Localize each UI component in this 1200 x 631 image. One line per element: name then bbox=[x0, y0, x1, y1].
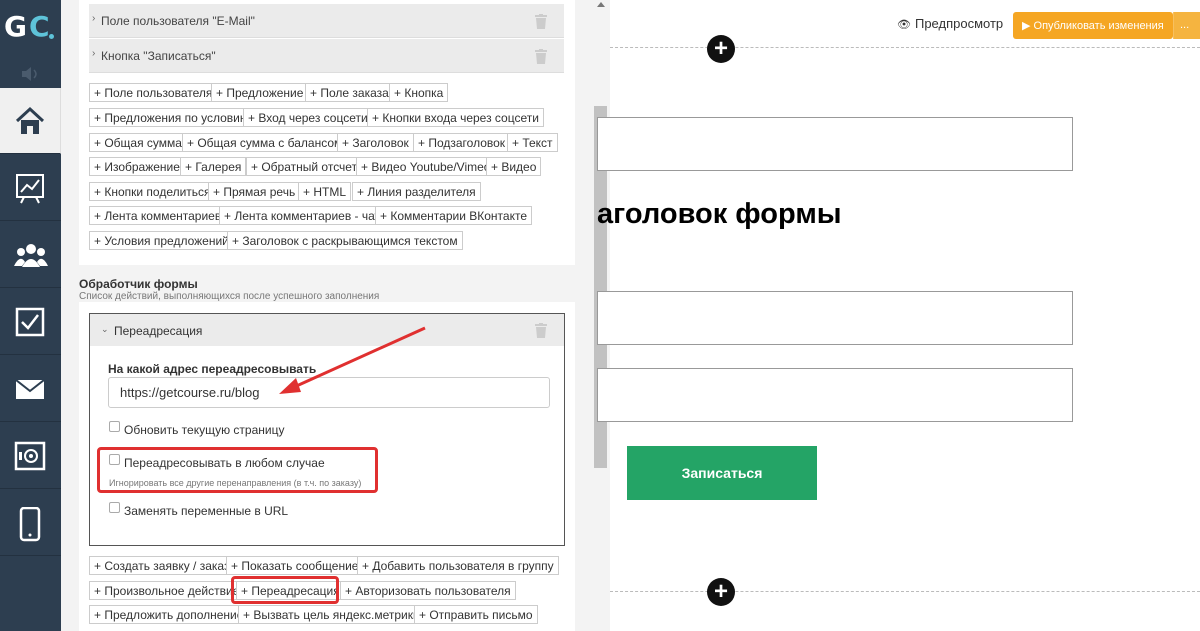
authorize-user-action-button[interactable]: + Авторизовать пользователя bbox=[340, 581, 516, 600]
trash-icon[interactable] bbox=[535, 14, 547, 29]
add-block-plus-icon-bottom[interactable]: + bbox=[707, 578, 735, 606]
add-share-buttons-button[interactable]: + Кнопки поделиться bbox=[89, 182, 216, 201]
eye-icon: 👁 bbox=[897, 19, 911, 31]
chevron-right-icon: › bbox=[92, 48, 96, 59]
add-user-field-button[interactable]: + Поле пользователя bbox=[89, 83, 218, 102]
form-heading: аголовок формы bbox=[597, 198, 842, 230]
add-gallery-button[interactable]: + Галерея bbox=[180, 157, 247, 176]
add-offer-conditions-button[interactable]: + Условия предложений bbox=[89, 231, 234, 250]
trash-icon[interactable] bbox=[535, 323, 547, 338]
form-field-2[interactable] bbox=[597, 291, 1073, 345]
add-conditional-offers-button[interactable]: + Предложения по условию bbox=[89, 108, 254, 127]
form-field-3[interactable] bbox=[597, 368, 1073, 422]
replace-vars-label: Заменять переменные в URL bbox=[124, 504, 289, 518]
highlight-redirect-always bbox=[97, 447, 378, 493]
nav-item-mobile[interactable] bbox=[0, 490, 61, 556]
add-total-button[interactable]: + Общая сумма bbox=[89, 133, 187, 152]
replace-vars-checkbox[interactable] bbox=[109, 502, 120, 513]
left-nav: G C bbox=[0, 0, 61, 631]
field-row-label: Поле пользователя "E-Mail" bbox=[101, 14, 255, 28]
add-comments-chat-button[interactable]: + Лента комментариев - чат bbox=[219, 206, 386, 225]
redirect-header[interactable]: ⌄ Переадресация bbox=[90, 314, 564, 346]
safe-icon bbox=[14, 441, 46, 471]
publish-button[interactable]: ▶ Опубликовать изменения bbox=[1013, 12, 1173, 39]
nav-item-home[interactable] bbox=[0, 88, 61, 154]
handler-title: Обработчик формы bbox=[79, 277, 198, 291]
home-icon bbox=[15, 106, 45, 134]
redirect-address-input[interactable] bbox=[108, 377, 550, 408]
nav-item-mail[interactable] bbox=[0, 356, 61, 422]
block-divider-top bbox=[610, 47, 1200, 48]
custom-action-button[interactable]: + Произвольное действие bbox=[89, 581, 245, 600]
nav-item-users[interactable] bbox=[0, 222, 61, 288]
refresh-page-label: Обновить текущую страницу bbox=[124, 423, 285, 437]
yandex-goal-action-button[interactable]: + Вызвать цель яндекс.метрики bbox=[238, 605, 425, 624]
add-button-button[interactable]: + Кнопка bbox=[389, 83, 449, 102]
show-message-action-button[interactable]: + Показать сообщение bbox=[226, 556, 364, 575]
offer-addon-action-button[interactable]: + Предложить дополнение bbox=[89, 605, 249, 624]
refresh-page-checkbox[interactable] bbox=[109, 421, 120, 432]
add-total-balance-button[interactable]: + Общая сумма с балансом bbox=[182, 133, 348, 152]
trash-icon[interactable] bbox=[535, 49, 547, 64]
checkbox-icon bbox=[15, 307, 45, 337]
add-text-button[interactable]: + Текст bbox=[507, 133, 558, 152]
chevron-down-icon: ⌄ bbox=[101, 324, 109, 334]
add-comments-button[interactable]: + Лента комментариев bbox=[89, 206, 227, 225]
field-row-button[interactable]: › Кнопка "Записаться" bbox=[89, 39, 564, 73]
send-email-action-button[interactable]: + Отправить письмо bbox=[414, 605, 538, 624]
users-icon bbox=[14, 244, 48, 267]
add-subheading-button[interactable]: + Подзаголовок bbox=[413, 133, 511, 152]
add-vk-comments-button[interactable]: + Комментарии ВКонтакте bbox=[375, 206, 533, 225]
add-offer-button[interactable]: + Предложение bbox=[211, 83, 309, 102]
handler-subtitle: Список действий, выполняющихся после усп… bbox=[79, 291, 380, 302]
logo-text-c: C bbox=[29, 10, 50, 43]
add-heading-button[interactable]: + Заголовок bbox=[337, 133, 414, 152]
block-divider-bottom bbox=[610, 591, 1200, 592]
add-quote-button[interactable]: + Прямая речь bbox=[208, 182, 301, 201]
add-order-field-button[interactable]: + Поле заказа bbox=[305, 83, 394, 102]
redirect-title: Переадресация bbox=[114, 324, 203, 338]
field-row-email[interactable]: › Поле пользователя "E-Mail" bbox=[89, 4, 564, 38]
add-social-login-buttons-button[interactable]: + Кнопки входа через соцсети bbox=[367, 108, 544, 127]
logo[interactable]: G C bbox=[0, 0, 61, 60]
add-divider-button[interactable]: + Линия разделителя bbox=[352, 182, 481, 201]
highlight-redirect-button bbox=[231, 576, 339, 604]
scroll-up-arrow[interactable] bbox=[597, 2, 605, 7]
add-to-group-action-button[interactable]: + Добавить пользователя в группу bbox=[357, 556, 559, 575]
preview-button[interactable]: 👁 Предпросмотр bbox=[897, 16, 1003, 31]
add-html-button[interactable]: + HTML bbox=[298, 182, 352, 201]
add-youtube-button[interactable]: + Видео Youtube/Vimeo bbox=[356, 157, 496, 176]
nav-item-sales[interactable] bbox=[0, 423, 61, 489]
mail-icon bbox=[15, 379, 45, 399]
preview-label: Предпросмотр bbox=[914, 16, 1004, 31]
create-order-action-button[interactable]: + Создать заявку / заказ bbox=[89, 556, 235, 575]
redirect-address-label: На какой адрес переадресовывать bbox=[108, 362, 317, 376]
phone-icon bbox=[19, 507, 41, 542]
logo-text-g: G bbox=[4, 10, 27, 43]
add-block-plus-icon[interactable]: + bbox=[707, 35, 735, 63]
nav-item-analytics[interactable] bbox=[0, 155, 61, 221]
add-social-login-button[interactable]: + Вход через соцсети bbox=[243, 108, 373, 127]
publish-more-button[interactable]: ... bbox=[1173, 12, 1200, 39]
logo-dot bbox=[49, 34, 54, 39]
chevron-right-icon: › bbox=[92, 13, 96, 24]
field-row-label: Кнопка "Записаться" bbox=[101, 49, 216, 63]
add-image-button[interactable]: + Изображение bbox=[89, 157, 185, 176]
add-collapsible-heading-button[interactable]: + Заголовок с раскрывающимся текстом bbox=[227, 231, 463, 250]
form-field-1[interactable] bbox=[597, 117, 1073, 171]
add-countdown-button[interactable]: + Обратный отсчет bbox=[246, 157, 363, 176]
chart-icon bbox=[16, 174, 44, 204]
add-video-button[interactable]: + Видео bbox=[486, 157, 542, 176]
nav-item-tasks[interactable] bbox=[0, 289, 61, 355]
submit-button[interactable]: Записаться bbox=[627, 446, 817, 500]
speaker-icon[interactable] bbox=[0, 60, 61, 88]
